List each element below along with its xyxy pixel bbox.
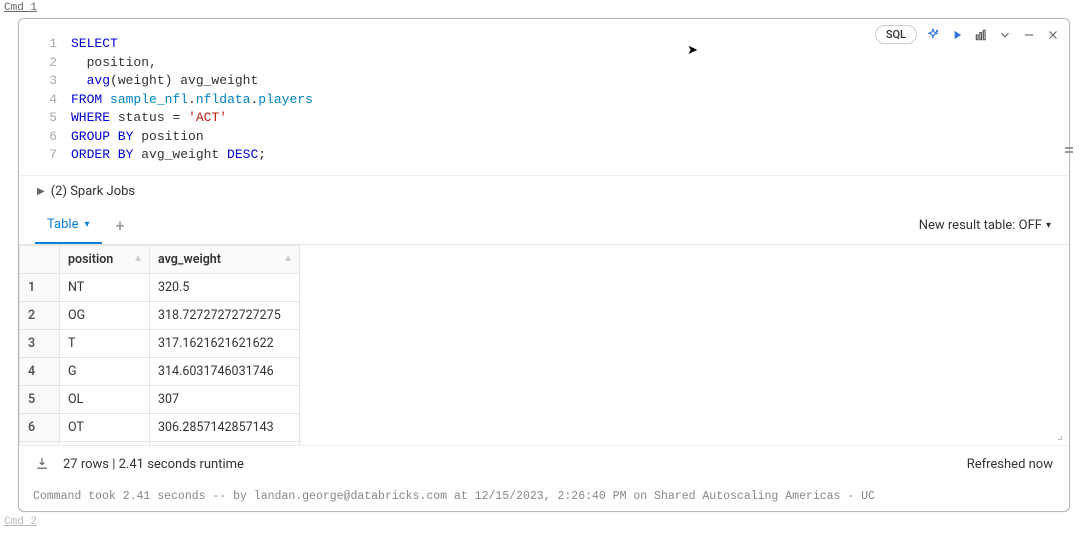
cell-position: C (60, 441, 150, 445)
mouse-cursor-icon: ➤ (687, 43, 698, 58)
sort-icon: ▲ (283, 253, 293, 264)
result-toggle-label: New result table: OFF (919, 218, 1042, 233)
row-index: 2 (20, 301, 60, 329)
line-number: 6 (35, 128, 71, 147)
ai-assist-icon[interactable] (925, 27, 941, 43)
command-metadata: Command took 2.41 seconds -- by landan.g… (19, 484, 1069, 511)
row-index: 3 (20, 329, 60, 357)
code-text[interactable]: position, (71, 54, 157, 73)
code-text[interactable]: FROM sample_nfl.nfldata.players (71, 91, 313, 110)
table-row[interactable]: 5OL307 (20, 385, 300, 413)
code-text[interactable]: ORDER BY avg_weight DESC; (71, 146, 266, 165)
results-footer: 27 rows | 2.41 seconds runtime Refreshed… (19, 445, 1069, 484)
sort-icon: ▲ (133, 253, 143, 264)
results-summary: 27 rows | 2.41 seconds runtime (63, 457, 244, 472)
cell-position: G (60, 357, 150, 385)
table-header-row: position▲ avg_weight▲ (20, 245, 300, 273)
row-index: 5 (20, 385, 60, 413)
caret-right-icon: ▶ (37, 186, 45, 197)
code-line[interactable]: 7ORDER BY avg_weight DESC; (35, 146, 1053, 165)
results-table: position▲ avg_weight▲ 1NT320.52OG318.727… (19, 245, 300, 445)
download-icon[interactable] (35, 456, 49, 474)
cell-position: OL (60, 385, 150, 413)
row-index-header (20, 245, 60, 273)
row-index: 1 (20, 273, 60, 301)
table-row[interactable]: 3T317.1621621621622 (20, 329, 300, 357)
row-index: 6 (20, 413, 60, 441)
language-pill[interactable]: SQL (875, 25, 917, 44)
code-line[interactable]: 2 position, (35, 54, 1053, 73)
spark-jobs-label: (2) Spark Jobs (51, 184, 135, 199)
column-header-position[interactable]: position▲ (60, 245, 150, 273)
minimize-icon[interactable] (1021, 27, 1037, 43)
code-text[interactable]: GROUP BY position (71, 128, 204, 147)
line-number: 3 (35, 72, 71, 91)
results-tabs-row: Table ▾ + New result table: OFF ▾ (19, 207, 1069, 245)
line-number: 1 (35, 35, 71, 54)
line-number: 7 (35, 146, 71, 165)
chevron-down-icon: ▾ (1046, 220, 1051, 231)
table-row[interactable]: 4G314.6031746031746 (20, 357, 300, 385)
cell-avg-weight: 317.1621621621622 (150, 329, 300, 357)
tab-table[interactable]: Table ▾ (35, 207, 102, 244)
cell-avg-weight: 306.2857142857143 (150, 413, 300, 441)
code-text[interactable]: avg(weight) avg_weight (71, 72, 258, 91)
spark-jobs-toggle[interactable]: ▶ (2) Spark Jobs (19, 175, 1069, 207)
next-cell-label: Cmd 2 (0, 514, 1080, 530)
column-header-avg-weight[interactable]: avg_weight▲ (150, 245, 300, 273)
table-row[interactable]: 6OT306.2857142857143 (20, 413, 300, 441)
close-icon[interactable] (1045, 27, 1061, 43)
cell-avg-weight: 320.5 (150, 273, 300, 301)
line-number: 2 (35, 54, 71, 73)
cell-toolbar: SQL (875, 25, 1061, 44)
cell-label: Cmd 1 (0, 0, 1080, 16)
table-row[interactable]: 1NT320.5 (20, 273, 300, 301)
cell-avg-weight: 307 (150, 385, 300, 413)
run-cell-icon[interactable] (949, 27, 965, 43)
code-line[interactable]: 3 avg(weight) avg_weight (35, 72, 1053, 91)
row-index: 4 (20, 357, 60, 385)
cell-avg-weight: 318.72727272727275 (150, 301, 300, 329)
notebook-cell: ➤ SQL 1SELECT2 position,3 av (18, 18, 1070, 512)
add-tab-button[interactable]: + (106, 210, 135, 241)
code-text[interactable]: WHERE status = 'ACT' (71, 109, 227, 128)
line-number: 4 (35, 91, 71, 110)
results-table-container: position▲ avg_weight▲ 1NT320.52OG318.727… (19, 245, 1069, 445)
chevron-down-icon[interactable] (997, 27, 1013, 43)
line-number: 5 (35, 109, 71, 128)
fold-marker-icon (1065, 147, 1073, 153)
resize-corner-icon[interactable]: ⌟ (1057, 428, 1063, 443)
result-table-toggle[interactable]: New result table: OFF ▾ (919, 218, 1069, 233)
chart-icon[interactable] (973, 27, 989, 43)
cell-avg-weight: 314.6031746031746 (150, 357, 300, 385)
code-line[interactable]: 4FROM sample_nfl.nfldata.players (35, 91, 1053, 110)
chevron-down-icon[interactable]: ▾ (84, 219, 89, 230)
cell-position: OG (60, 301, 150, 329)
cell-position: T (60, 329, 150, 357)
code-line[interactable]: 5WHERE status = 'ACT' (35, 109, 1053, 128)
cell-avg-weight: 305.54794520547944 (150, 441, 300, 445)
table-row[interactable]: 2OG318.72727272727275 (20, 301, 300, 329)
refreshed-status: Refreshed now (967, 457, 1053, 472)
code-text[interactable]: SELECT (71, 35, 118, 54)
cell-position: OT (60, 413, 150, 441)
code-line[interactable]: 6GROUP BY position (35, 128, 1053, 147)
table-row[interactable]: 7C305.54794520547944 (20, 441, 300, 445)
row-index: 7 (20, 441, 60, 445)
cell-position: NT (60, 273, 150, 301)
tab-label: Table (47, 217, 78, 232)
